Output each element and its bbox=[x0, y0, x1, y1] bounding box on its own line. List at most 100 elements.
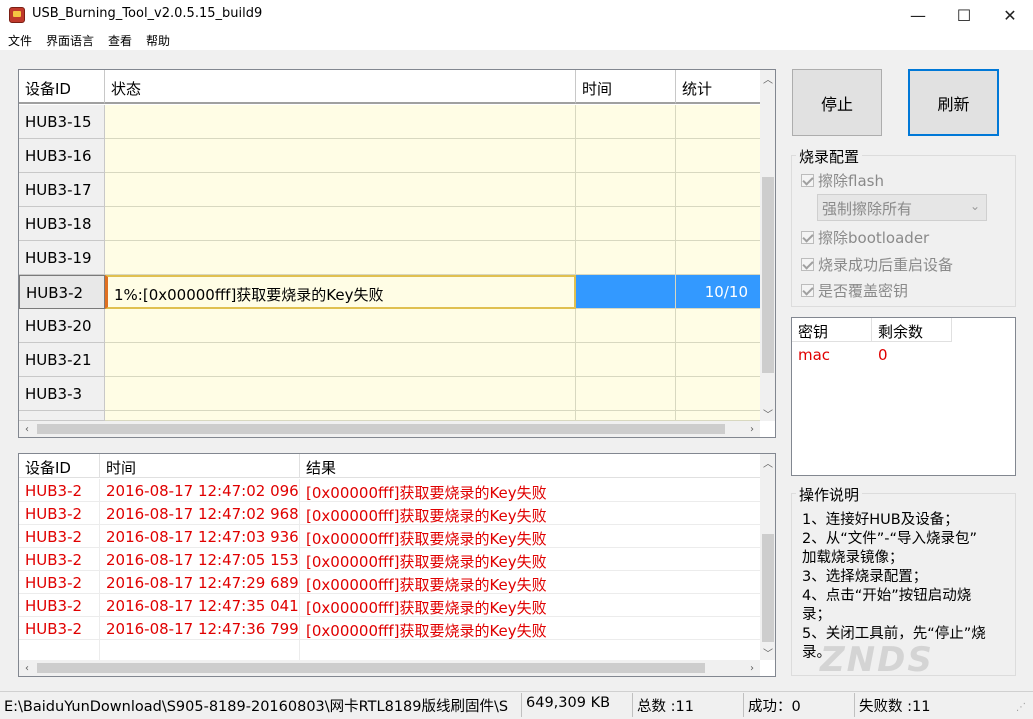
grid-cell-status bbox=[105, 411, 576, 421]
instruction-line: 加载烧录镜像； bbox=[802, 550, 904, 566]
checkbox-icon bbox=[801, 231, 814, 244]
log-row[interactable]: HUB3-2 2016-08-17 12:47:02 096 [0x00000f… bbox=[19, 479, 761, 502]
instruction-line: 1、连接好HUB及设备； bbox=[802, 512, 959, 528]
log-cell-result: [0x00000fff]获取要烧录的Key失败 bbox=[300, 479, 761, 502]
menu-file[interactable]: 文件 bbox=[8, 32, 32, 49]
grid-row[interactable]: HUB3-17 bbox=[19, 173, 761, 207]
grid-vertical-scroll-thumb[interactable] bbox=[762, 177, 774, 373]
grid-cell-count bbox=[676, 139, 761, 173]
log-horizontal-scroll-thumb[interactable] bbox=[37, 663, 705, 673]
log-row[interactable]: HUB3-2 2016-08-17 12:47:02 968 [0x00000f… bbox=[19, 502, 761, 525]
grid-header-device-id[interactable]: 设备ID bbox=[19, 70, 105, 104]
grid-row[interactable]: HUB3-20 bbox=[19, 309, 761, 343]
reboot-after-success-label: 烧录成功后重启设备 bbox=[818, 256, 954, 274]
burn-config-title: 烧录配置 bbox=[796, 146, 863, 167]
log-cell-device-id: HUB3-2 bbox=[19, 571, 100, 594]
key-list[interactable]: 密钥 剩余数 mac 0 bbox=[791, 317, 1016, 476]
log-row[interactable]: HUB3-2 2016-08-17 12:47:36 799 [0x00000f… bbox=[19, 617, 761, 640]
grid-cell-status bbox=[105, 241, 576, 275]
grid-header-time[interactable]: 时间 bbox=[576, 70, 676, 104]
reboot-after-success-checkbox[interactable]: 烧录成功后重启设备 bbox=[801, 254, 953, 275]
grid-cell-device-id: HUB3-18 bbox=[19, 207, 105, 241]
resize-grip-icon[interactable]: ⋰ bbox=[1016, 702, 1030, 716]
log-row[interactable]: HUB3-2 2016-08-17 12:47:35 041 [0x00000f… bbox=[19, 594, 761, 617]
grid-header-count[interactable]: 统计 bbox=[676, 70, 761, 104]
grid-cell-status bbox=[105, 309, 576, 343]
log-cell-device-id: HUB3-2 bbox=[19, 525, 100, 548]
key-cell-name: mac bbox=[798, 346, 831, 364]
grid-horizontal-scroll-thumb[interactable] bbox=[37, 424, 725, 434]
grid-row-selected[interactable]: HUB3-2 1%:[0x00000fff]获取要烧录的Key失败 10/10 bbox=[19, 275, 761, 309]
grid-cell-count bbox=[676, 207, 761, 241]
close-button[interactable]: ✕ bbox=[987, 0, 1033, 30]
log-cell-device-id: HUB3-2 bbox=[19, 479, 100, 502]
log-vertical-scroll-thumb[interactable] bbox=[762, 534, 774, 642]
grid-cell-count bbox=[676, 173, 761, 207]
log-row[interactable]: HUB3-2 2016-08-17 12:47:29 689 [0x00000f… bbox=[19, 571, 761, 594]
scroll-down-icon[interactable]: ﹀ bbox=[760, 405, 775, 421]
menu-language[interactable]: 界面语言 bbox=[46, 32, 94, 49]
key-header-remaining[interactable]: 剩余数 bbox=[872, 318, 952, 342]
grid-cell-time bbox=[576, 343, 676, 377]
log-row[interactable]: HUB3-2 2016-08-17 12:47:03 936 [0x00000f… bbox=[19, 525, 761, 548]
erase-mode-select[interactable]: 强制擦除所有 ⌄ bbox=[817, 194, 987, 221]
grid-horizontal-scrollbar[interactable]: ‹ › bbox=[19, 421, 760, 437]
device-grid[interactable]: 设备ID 状态 时间 统计 HUB3-15 HUB3-16 HUB3-17 HU… bbox=[18, 69, 776, 438]
log-header-device-id[interactable]: 设备ID bbox=[19, 454, 100, 478]
log-horizontal-scrollbar[interactable]: ‹ › bbox=[19, 660, 760, 676]
grid-row[interactable]: HUB3-18 bbox=[19, 207, 761, 241]
grid-cell-status: 1%:[0x00000fff]获取要烧录的Key失败 bbox=[105, 275, 576, 309]
grid-row[interactable]: HUB3-19 bbox=[19, 241, 761, 275]
scroll-right-icon[interactable]: › bbox=[744, 660, 760, 676]
status-path: E:\BaiduYunDownload\S905-8189-20160803\网… bbox=[4, 699, 509, 715]
checkbox-icon bbox=[801, 174, 814, 187]
key-header-name[interactable]: 密钥 bbox=[792, 318, 872, 342]
maximize-button[interactable]: ☐ bbox=[941, 0, 987, 30]
grid-header-status[interactable]: 状态 bbox=[105, 70, 576, 104]
log-cell-device-id: HUB3-2 bbox=[19, 594, 100, 617]
scroll-up-icon[interactable]: ︿ bbox=[760, 70, 775, 86]
scroll-left-icon[interactable]: ‹ bbox=[19, 660, 35, 676]
log-row[interactable]: HUB3-2 2016-08-17 12:47:05 153 [0x00000f… bbox=[19, 548, 761, 571]
log-vertical-scrollbar[interactable]: ︿ ﹀ bbox=[760, 454, 775, 660]
scroll-right-icon[interactable]: › bbox=[744, 421, 760, 437]
erase-bootloader-checkbox[interactable]: 擦除bootloader bbox=[801, 227, 929, 248]
checkbox-icon bbox=[801, 284, 814, 297]
status-separator bbox=[521, 693, 522, 717]
menu-help[interactable]: 帮助 bbox=[146, 32, 170, 49]
log-header-result[interactable]: 结果 bbox=[300, 454, 761, 478]
menu-view[interactable]: 查看 bbox=[108, 32, 132, 49]
instruction-line: 3、选择烧录配置； bbox=[802, 569, 928, 585]
grid-row[interactable]: HUB3-21 bbox=[19, 343, 761, 377]
instruction-line: 录； bbox=[802, 607, 831, 623]
scroll-left-icon[interactable]: ‹ bbox=[19, 421, 35, 437]
grid-cell-time bbox=[576, 207, 676, 241]
grid-row[interactable]: HUB3-16 bbox=[19, 139, 761, 173]
log-cell-result: [0x00000fff]获取要烧录的Key失败 bbox=[300, 502, 761, 525]
stop-button[interactable]: 停止 bbox=[792, 69, 882, 136]
grid-cell-status bbox=[105, 139, 576, 173]
znds-watermark: ZNDS bbox=[820, 640, 934, 680]
erase-flash-checkbox[interactable]: 擦除flash bbox=[801, 170, 884, 191]
log-cell-result: [0x00000fff]获取要烧录的Key失败 bbox=[300, 571, 761, 594]
grid-cell-count bbox=[676, 377, 761, 411]
refresh-button[interactable]: 刷新 bbox=[908, 69, 999, 136]
log-grid[interactable]: 设备ID 时间 结果 HUB3-2 2016-08-17 12:47:02 09… bbox=[18, 453, 776, 677]
log-header-time[interactable]: 时间 bbox=[100, 454, 300, 478]
grid-cell-device-id: HUB3-21 bbox=[19, 343, 105, 377]
scroll-down-icon[interactable]: ﹀ bbox=[760, 644, 775, 660]
grid-row[interactable]: HUB3-3 bbox=[19, 377, 761, 411]
grid-cell-device-id: HUB3-2 bbox=[19, 275, 105, 309]
minimize-button[interactable]: — bbox=[895, 0, 941, 30]
grid-vertical-scrollbar[interactable]: ︿ ﹀ bbox=[760, 70, 775, 421]
instructions-title: 操作说明 bbox=[796, 484, 863, 505]
grid-row[interactable]: HUB3-15 bbox=[19, 105, 761, 139]
close-icon: ✕ bbox=[1003, 5, 1017, 25]
grid-cell-status bbox=[105, 377, 576, 411]
scroll-up-icon[interactable]: ︿ bbox=[760, 454, 775, 470]
log-cell-time: 2016-08-17 12:47:02 968 bbox=[100, 502, 300, 525]
log-cell-result: [0x00000fff]获取要烧录的Key失败 bbox=[300, 594, 761, 617]
log-cell-time: 2016-08-17 12:47:03 936 bbox=[100, 525, 300, 548]
overwrite-key-checkbox[interactable]: 是否覆盖密钥 bbox=[801, 280, 908, 301]
minimize-icon: — bbox=[910, 5, 926, 25]
